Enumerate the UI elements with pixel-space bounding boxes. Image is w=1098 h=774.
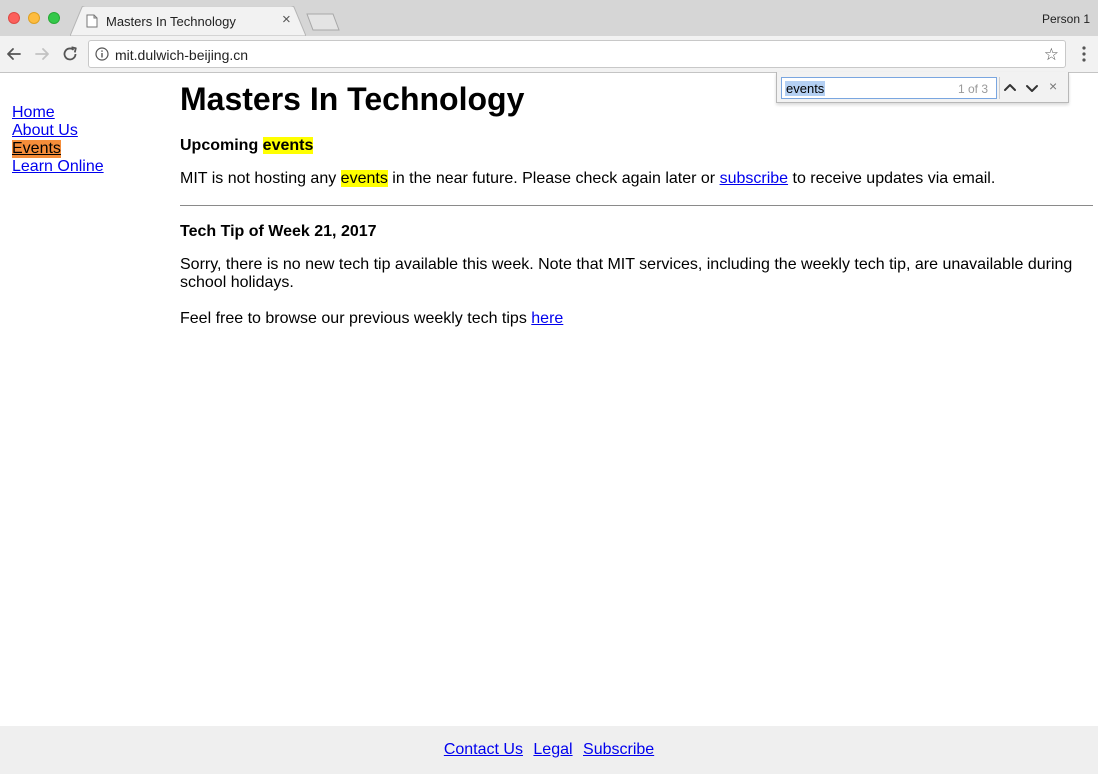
profile-name[interactable]: Person 1 <box>1042 12 1090 26</box>
url-text: mit.dulwich-beijing.cn <box>115 47 249 63</box>
events-notice: MIT is not hosting any events in the nea… <box>180 170 1093 188</box>
footer-link-subscribe[interactable]: Subscribe <box>583 741 654 758</box>
notice-text-end: to receive updates via email. <box>788 170 996 187</box>
main-content: Masters In Technology Upcoming events MI… <box>180 80 1093 328</box>
browser-tab-active[interactable]: Masters In Technology × <box>70 6 306 36</box>
previous-tips-link[interactable]: here <box>531 310 563 327</box>
notice-text-start: MIT is not hosting any <box>180 170 341 187</box>
browser-toolbar: mit.dulwich-beijing.cn ☆ <box>0 36 1098 73</box>
tech-tip-message: Sorry, there is no new tech tip availabl… <box>180 256 1073 291</box>
browse-text: Feel free to browse our previous weekly … <box>180 310 532 327</box>
info-icon[interactable] <box>95 47 109 61</box>
footer-link-contact-us[interactable]: Contact Us <box>444 741 523 758</box>
heading-text: Upcoming <box>180 137 263 154</box>
tech-tip-heading: Tech Tip of Week 21, 2017 <box>180 223 377 240</box>
window-maximize-button[interactable] <box>48 12 60 24</box>
footer-links: Contact Us Legal Subscribe <box>0 741 1098 759</box>
side-navigation: Home About Us Events Learn Online <box>12 104 104 176</box>
subscribe-link[interactable]: subscribe <box>720 170 788 187</box>
tab-close-icon[interactable]: × <box>282 12 291 28</box>
page-title: Masters In Technology <box>180 81 525 117</box>
search-highlight: events <box>340 170 388 187</box>
new-tab-button[interactable] <box>306 13 340 31</box>
tab-title: Masters In Technology <box>106 14 236 29</box>
nav-link-home[interactable]: Home <box>12 104 55 122</box>
back-arrow-icon[interactable] <box>4 44 24 64</box>
footer-link-legal[interactable]: Legal <box>533 741 572 758</box>
forward-arrow-icon[interactable] <box>32 44 52 64</box>
nav-link-learn-online[interactable]: Learn Online <box>12 158 104 176</box>
notice-text-middle: in the near future. Please check again l… <box>387 170 720 187</box>
nav-link-about-us[interactable]: About Us <box>12 122 78 140</box>
address-bar[interactable]: mit.dulwich-beijing.cn ☆ <box>88 40 1066 68</box>
search-highlight: events <box>262 137 314 154</box>
section-divider <box>180 205 1093 206</box>
browser-tab-bar: Masters In Technology × Person 1 <box>0 0 1098 36</box>
browse-tips-text: Feel free to browse our previous weekly … <box>180 310 1093 328</box>
reload-icon[interactable] <box>60 44 80 64</box>
page-icon <box>86 14 98 28</box>
page-footer: Contact Us Legal Subscribe <box>0 726 1098 774</box>
upcoming-events-heading: Upcoming events <box>180 136 1093 156</box>
nav-link-events[interactable]: Events <box>12 140 61 158</box>
window-minimize-button[interactable] <box>28 12 40 24</box>
window-close-button[interactable] <box>8 12 20 24</box>
more-menu-icon[interactable] <box>1080 44 1088 64</box>
star-icon[interactable]: ☆ <box>1044 45 1059 65</box>
